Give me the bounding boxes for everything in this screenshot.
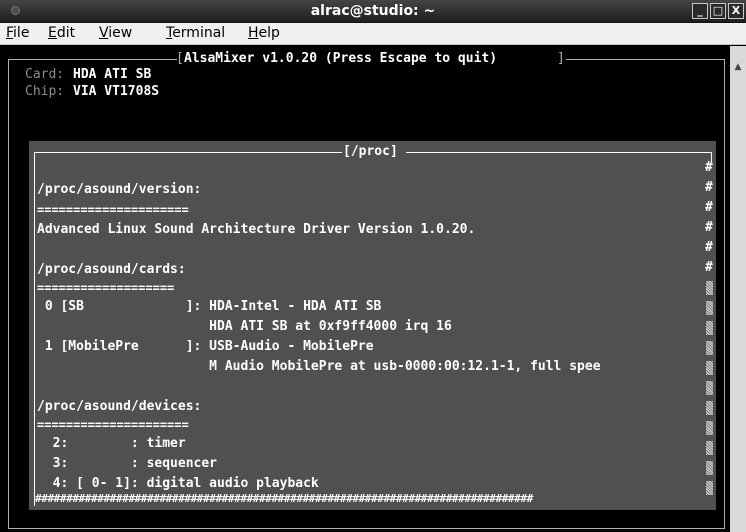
window-titlebar[interactable]: alrac@studio: ~ _ □ X <box>0 0 746 23</box>
proc-scroll-track <box>706 321 713 335</box>
proc-frame-left <box>34 152 35 506</box>
proc-scroll-track <box>706 401 713 415</box>
proc-scroll-track <box>706 281 713 295</box>
maximize-button[interactable]: □ <box>710 3 726 19</box>
proc-scroll-mark-5: # <box>705 240 713 255</box>
proc-line-13: ===================== <box>37 418 189 432</box>
proc-scroll-mark-6: # <box>705 260 713 275</box>
proc-line-8: HDA ATI SB at 0xf9ff4000 irq 16 <box>37 319 452 334</box>
proc-line-7: 0 [SB ]: HDA-Intel - HDA ATI SB <box>37 299 382 314</box>
proc-scroll-mark-4: # <box>705 220 713 235</box>
frame-bottom <box>8 528 725 529</box>
menu-help[interactable]: Help <box>248 25 280 41</box>
menu-file[interactable]: File <box>6 25 29 41</box>
menu-edit[interactable]: Edit <box>48 25 75 41</box>
proc-line-10: M Audio MobilePre at usb-0000:00:12.1-1,… <box>37 359 601 374</box>
mixer-bracket-left: [ <box>176 51 184 66</box>
proc-line-2: ===================== <box>37 203 189 217</box>
card-value: HDA ATI SB <box>73 67 152 82</box>
proc-title: [/proc] <box>343 144 398 159</box>
proc-frame-top-left <box>34 152 342 153</box>
proc-scroll-track <box>706 441 713 455</box>
proc-line-9: 1 [MobilePre ]: USB-Audio - MobilePre <box>37 339 374 354</box>
menu-bar: File Edit View Terminal Help <box>0 23 746 45</box>
frame-left <box>8 59 9 529</box>
proc-scroll-track <box>706 421 713 435</box>
proc-line-5: /proc/asound/cards: <box>37 262 186 277</box>
proc-scroll-track <box>706 341 713 355</box>
menu-view[interactable]: View <box>99 25 132 41</box>
window-title: alrac@studio: ~ <box>310 3 436 19</box>
terminal-screen[interactable]: [ AlsaMixer v1.0.20 (Press Escape to qui… <box>4 46 729 530</box>
proc-line-6: =================== <box>37 281 175 295</box>
proc-line-1: /proc/asound/version: <box>37 182 202 197</box>
proc-scroll-mark-2: # <box>705 180 713 195</box>
mixer-bracket-right: ] <box>557 51 565 66</box>
proc-scroll-track <box>706 481 713 495</box>
chip-label: Chip: <box>25 84 65 99</box>
proc-line-12: /proc/asound/devices: <box>37 399 202 414</box>
mixer-header: AlsaMixer v1.0.20 (Press Escape to quit) <box>184 51 498 66</box>
window-scrollbar[interactable]: ▲ <box>730 46 746 532</box>
proc-frame-top-right <box>406 152 711 153</box>
proc-line-3: Advanced Linux Sound Architecture Driver… <box>37 222 476 237</box>
frame-top-right <box>566 59 725 60</box>
proc-scroll-track <box>706 361 713 375</box>
minimize-button[interactable]: _ <box>692 3 708 19</box>
scroll-up-icon[interactable]: ▲ <box>730 60 746 74</box>
proc-line-14: 2: : timer <box>37 436 186 451</box>
proc-line-15: 3: : sequencer <box>37 456 218 471</box>
proc-line-16: 4: [ 0- 1]: digital audio playback <box>37 476 319 491</box>
menu-terminal[interactable]: Terminal <box>166 25 225 41</box>
proc-scroll-mark-1: # <box>705 160 713 175</box>
proc-scroll-track <box>706 301 713 315</box>
proc-bottom-rule: ########################################… <box>35 492 533 505</box>
proc-scroll-track <box>706 381 713 395</box>
chip-value: VIA VT1708S <box>73 84 160 99</box>
frame-top-left <box>8 59 177 60</box>
frame-right <box>724 59 725 529</box>
card-label: Card: <box>25 67 65 82</box>
proc-scroll-track <box>706 461 713 475</box>
proc-panel[interactable]: [/proc] /proc/asound/version: ==========… <box>29 141 716 510</box>
close-button[interactable]: X <box>728 3 744 19</box>
proc-scroll-mark-3: # <box>705 200 713 215</box>
